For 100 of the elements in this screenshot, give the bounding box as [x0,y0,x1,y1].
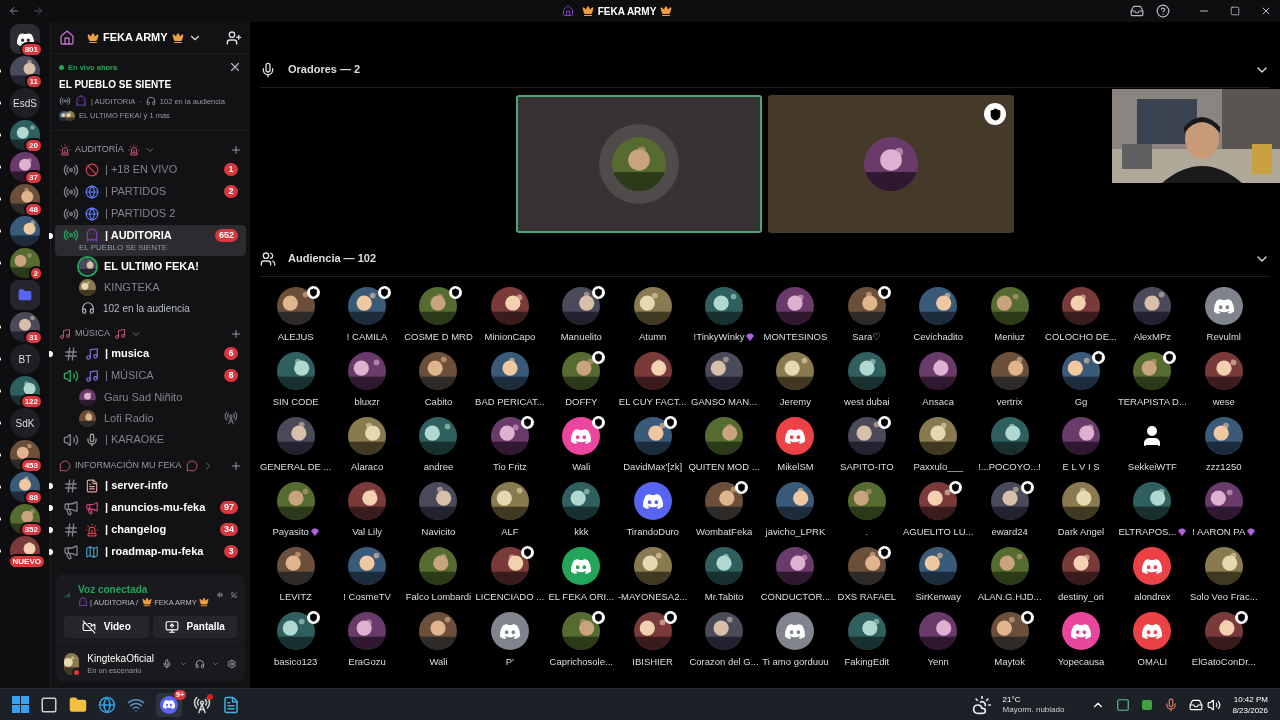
audience-name: Ti amo gorduuu [762,655,829,669]
audience-name: Atumn [638,330,667,344]
audience-name: ELTRAPOS... [1118,525,1177,539]
window-title: FEKA ARMY [597,4,657,19]
audience-name: P' [505,655,514,669]
channel-item[interactable]: | server-info [55,474,246,497]
category-name[interactable]: INFORMACIÓN MU FEKA [75,458,182,473]
unread-badge: NUEVO [7,554,46,569]
audience-name: Ansaca [922,395,955,409]
audience-name: DXS RAFAEL [837,590,897,604]
clock-date: 8/23/2026 [1232,704,1268,716]
video-button[interactable]: Video [64,615,149,638]
audience-name: Wali [429,655,448,669]
audience-name: EL FEKA ORI... [548,590,615,604]
audience-name: BAD PERICAT... [475,395,545,409]
channel-item[interactable]: | anuncios-mu-feka 97 [55,496,246,519]
audience-name: ! CAMILA [346,330,388,344]
audience-name: Yenn [927,655,949,669]
event-title: EL PUEBLO SE SIENTE [59,78,173,93]
channel-item[interactable]: | MÚSICA 8 [55,364,246,387]
audience-name: Caprichosole... [549,655,613,669]
unread-count: 34 [220,523,238,536]
audience-name: MikelSM [777,460,814,474]
unread-badge: 453 [19,458,43,473]
section-header: Oradores — 2 [288,62,361,78]
channel-item[interactable]: | changelog 34 [55,518,246,541]
voice-status: Voz conectada [78,582,149,597]
audience-name: Mr.Tabito [704,590,744,604]
audience-name: -MAYONESA2... [617,590,688,604]
unread-count: 3 [224,545,238,558]
audience-name: ALF [501,525,519,539]
voice-member[interactable]: EL ULTIMO FEKA! [55,255,246,277]
audience-name: Cabito [424,395,453,409]
channel-item[interactable]: | PARTIDOS 2 [55,202,246,225]
audience-name: TirandoDuro [626,525,679,539]
audience-name: FakingEdit [844,655,890,669]
audience-name: ALEJUS [277,330,314,344]
audience-name: Maytok [994,655,1025,669]
audience-name: ! AARON PA [1192,525,1246,539]
channel-item[interactable]: | musica 6 [55,342,246,365]
audience-name: Alaraco [350,460,384,474]
audience-name: GENERAL DE ... [259,460,332,474]
channel-item[interactable]: | PARTIDOS 2 [55,180,246,203]
unread-badge: 48 [24,202,43,217]
channel-item[interactable]: | AUDITORIA 652 EL PUEBLO SE SIENTE [55,224,246,256]
audience-name: Corazon del G... [689,655,759,669]
audience-name: Yopecausa [1057,655,1105,669]
audience-name: Val Lily [352,525,383,539]
server-name[interactable]: FEKA ARMY [103,29,168,46]
audience-name: MinionCapo [484,330,536,344]
audience-name: MONTESINOS [763,330,828,344]
temperature: 21°C [1002,694,1022,705]
audience-name: Navicito [421,525,456,539]
server-icon[interactable]: EsdS [10,88,40,118]
audience-name: Solo Veo Frac... [1189,590,1258,604]
audience-name: !TinkyWinky [693,330,745,344]
audience-name: SAPITO-ITO [840,460,894,474]
unread-count: 8 [224,369,238,382]
unread-badge: 88 [24,490,43,505]
section-header: Audiencia — 102 [288,251,377,267]
audience-name: COLOCHO DE... [1045,330,1117,344]
audience-name: bluxzr [354,395,380,409]
category-name[interactable]: AUDITORÍA [75,142,124,157]
audience-name: alondrex [1134,590,1171,604]
audience-name: COSME D MRD [404,330,473,344]
audience-name: Paxxulo___ [913,460,964,474]
server-icon[interactable]: BT [10,344,40,374]
server-icon[interactable]: SdK [10,408,40,438]
audience-name: andree [423,460,454,474]
voice-member[interactable]: KINGTEKA [55,276,246,298]
audience-name: Dark Angel [1057,525,1105,539]
unread-count: 652 [214,228,238,242]
channel-topic: EL PUEBLO SE SIENTE [78,243,169,254]
audience-name: ! CosmeTV [343,590,391,604]
channel-item[interactable]: | roadmap-mu-feka 3 [55,540,246,563]
screen-share-button[interactable]: Pantalla [152,615,237,638]
audience-name: TERAPISTA D... [1117,395,1187,409]
voice-member[interactable]: Garu Sad Niñito [55,386,246,408]
clock-time: 10:42 PM [1233,693,1268,705]
channel-item[interactable]: | KARAOKE [55,428,246,451]
audience-name: kkk [574,525,589,539]
channel-item[interactable]: | +18 EN VIVO 1 [55,158,246,181]
audience-name: Jeremy [779,395,811,409]
audience-name: basico123 [274,655,318,669]
audience-name: SIN CODE [272,395,319,409]
unread-badge: 801 [19,42,43,57]
voice-member[interactable]: Lofi Radio [55,407,246,429]
unread-count: 1 [224,163,238,176]
audience-name: EL CUY FACT... [618,395,687,409]
audience-name: GANSO MAN... [691,395,758,409]
category-name[interactable]: MÚSICA [75,326,110,341]
audience-name: EraGozu [348,655,386,669]
unread-badge: 352 [19,522,43,537]
audience-name: Cevichadito [913,330,964,344]
audience-name: Payasito [272,525,309,539]
audience-name: zzz1250 [1206,460,1242,474]
audience-name: SekkeiWTF [1127,460,1177,474]
member-name: KINGTEKA [104,279,161,295]
audience-name: WombatFeka [695,525,753,539]
audience-name: west dubai [844,395,890,409]
